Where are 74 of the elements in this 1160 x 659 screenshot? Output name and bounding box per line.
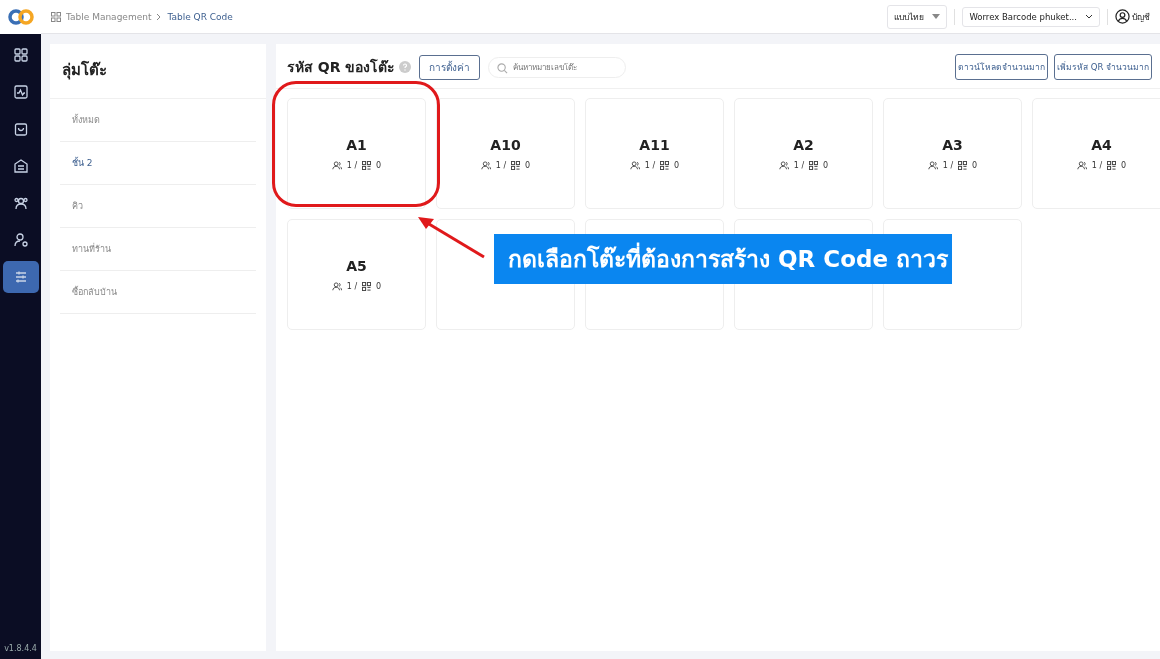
- store-dropdown[interactable]: Worrex Barcode phuket...: [962, 6, 1100, 27]
- caret-icon: [932, 14, 941, 19]
- table-name: A1: [346, 137, 367, 153]
- nav-button[interactable]: [2, 261, 39, 293]
- seat-count: 1 /: [495, 161, 507, 170]
- table-name: A2: [793, 137, 814, 153]
- user-icon: [1115, 9, 1130, 24]
- people-icon: [12, 195, 29, 211]
- people-icon: [331, 282, 342, 291]
- people-icon: [1076, 161, 1087, 170]
- qr-count: 0: [376, 282, 382, 291]
- search-field[interactable]: ค้นหาหมายเลขโต๊ะ: [488, 56, 627, 78]
- seat-count: 1 /: [793, 161, 805, 170]
- bulk-action-button[interactable]: เพิ่มรหัส QR จำนวนมาก: [1054, 54, 1152, 80]
- group-item[interactable]: ซื้อกลับบ้าน: [60, 271, 256, 314]
- people-icon: [480, 161, 491, 170]
- qr-count: 0: [674, 161, 680, 170]
- table-card[interactable]: A10 1 / 0: [436, 98, 575, 209]
- group-item[interactable]: ทั้งหมด: [60, 99, 256, 142]
- qr-count: 0: [972, 161, 978, 170]
- help-icon: [399, 61, 412, 73]
- account-link[interactable]: บัญชี: [1132, 9, 1150, 24]
- user-icon: [12, 232, 29, 248]
- qr-icon: [511, 161, 521, 170]
- search-icon: [497, 62, 509, 74]
- people-icon: [778, 161, 789, 170]
- bulk-action-button[interactable]: ดาวน์โหลดจำนวนมาก: [955, 54, 1048, 80]
- seat-count: 1 /: [942, 161, 954, 170]
- chevron-icon: [156, 12, 163, 21]
- qr-icon: [1107, 161, 1117, 170]
- table-card[interactable]: A5 1 / 0: [287, 219, 426, 330]
- group-item[interactable]: ทานที่ร้าน: [60, 228, 256, 271]
- qr-icon: [660, 161, 670, 170]
- building-icon: [12, 158, 29, 174]
- qr-icon: [362, 161, 372, 170]
- breadcrumb-link[interactable]: Table Management: [66, 11, 152, 22]
- group-item[interactable]: คิว: [60, 185, 256, 228]
- seat-count: 1 /: [346, 161, 358, 170]
- page-title: รหัส QR ของโต๊ะ: [287, 57, 396, 77]
- table-name: A11: [639, 137, 670, 153]
- qr-count: 0: [525, 161, 531, 170]
- table-name: A10: [490, 137, 521, 153]
- table-card[interactable]: A2 1 / 0: [734, 98, 873, 209]
- table-name: A5: [346, 258, 367, 274]
- breadcrumb-link[interactable]: Table QR Code: [167, 11, 233, 22]
- table-name: A3: [942, 137, 963, 153]
- qr-icon: [958, 161, 968, 170]
- people-icon: [331, 161, 342, 170]
- qr-icon: [362, 282, 372, 291]
- people-icon: [629, 161, 640, 170]
- seat-count: 1 /: [1091, 161, 1103, 170]
- chart-icon: [12, 84, 29, 100]
- qr-count: 0: [823, 161, 829, 170]
- group-item[interactable]: ชั้น 2: [60, 142, 256, 185]
- table-card[interactable]: A11 1 / 0: [585, 98, 724, 209]
- qr-count: 0: [1121, 161, 1127, 170]
- qr-count: 0: [376, 161, 382, 170]
- table-card[interactable]: A4 1 / 0: [1032, 98, 1160, 209]
- people-icon: [927, 161, 938, 170]
- qr-icon: [809, 161, 819, 170]
- grid-icon: [51, 11, 61, 22]
- language-dropdown[interactable]: แบบไทย: [887, 4, 948, 29]
- chevron-down-icon: [1085, 14, 1093, 19]
- dashboard-icon: [12, 47, 29, 63]
- seat-count: 1 /: [346, 282, 358, 291]
- bag-icon: [12, 121, 29, 137]
- table-card[interactable]: A1 1 / 0: [287, 98, 426, 209]
- table-name: A4: [1091, 137, 1112, 153]
- seat-count: 1 /: [644, 161, 656, 170]
- panel-title: ลุ่มโต๊ะ: [50, 44, 266, 99]
- caption-banner: กดเลือกโต๊ะที่ต้องการสร้าง QR Code ถาวร: [494, 234, 953, 284]
- settings-button[interactable]: การตั้งค่า: [419, 54, 481, 80]
- table-card[interactable]: A3 1 / 0: [883, 98, 1022, 209]
- version-label: v1.8.4.4: [4, 644, 37, 653]
